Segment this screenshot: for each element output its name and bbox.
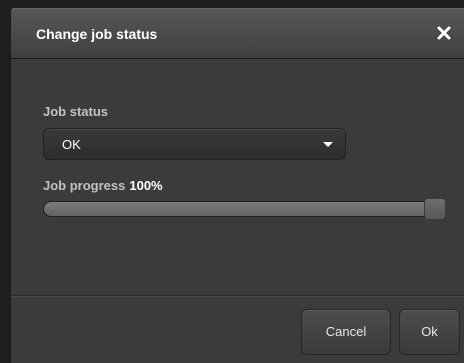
job-progress-label-text: Job progress <box>43 178 126 193</box>
cancel-button[interactable]: Cancel <box>301 309 391 355</box>
change-job-status-dialog: Change job status Job status OK Job prog… <box>10 7 464 363</box>
dialog-titlebar: Change job status <box>11 8 464 59</box>
dialog-title: Change job status <box>36 26 158 42</box>
job-progress-value: 100% <box>129 178 163 193</box>
chevron-down-icon <box>323 142 333 147</box>
job-progress-slider-handle[interactable] <box>424 198 446 220</box>
job-progress-slider-track[interactable] <box>43 201 446 217</box>
close-icon[interactable] <box>436 25 452 41</box>
job-progress-label: Job progress 100% <box>43 178 163 193</box>
job-status-select[interactable]: OK <box>43 128 346 160</box>
footer-divider <box>11 295 464 297</box>
ok-button[interactable]: Ok <box>399 309 460 355</box>
job-status-selected-value: OK <box>62 137 81 152</box>
job-progress-slider-fill <box>44 202 436 216</box>
job-status-label: Job status <box>43 104 109 119</box>
